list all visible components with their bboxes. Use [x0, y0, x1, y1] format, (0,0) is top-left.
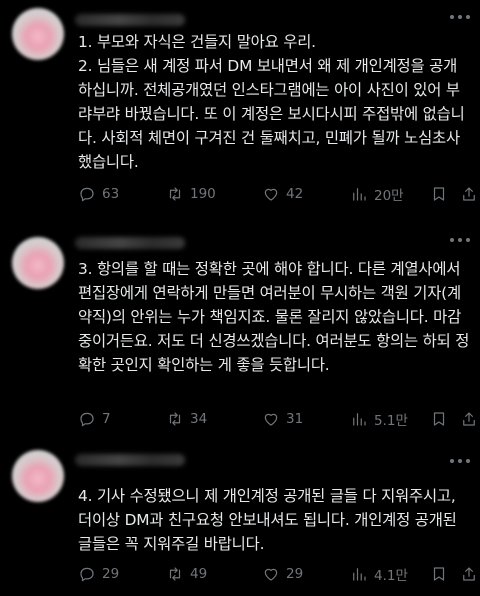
retweet-icon: [169, 567, 181, 581]
view-count: 20만: [374, 188, 404, 204]
tweet[interactable]: 1. 부모와 자식은 건들지 말아요 우리. 2. 님들은 새 계정 파서 DM…: [0, 0, 480, 225]
view-count: 4.1만: [374, 568, 408, 584]
retweet-icon: [169, 187, 181, 201]
tweet[interactable]: 3. 항의를 할 때는 정확한 곳에 해야 합니다. 다른 계열사에서 편집장에…: [0, 225, 480, 440]
heart-icon: [264, 413, 278, 426]
tweet[interactable]: 4. 기사 수정됐으니 제 개인계정 공개된 글들 다 지워주시고, 더이상 D…: [0, 440, 480, 596]
reply-icon: [80, 567, 94, 582]
reply-button[interactable]: 63: [78, 184, 119, 204]
bookmark-button[interactable]: [430, 564, 448, 584]
like-count: 42: [286, 186, 304, 202]
tweet-text: 4. 기사 수정됐으니 제 개인계정 공개된 글들 다 지워주시고, 더이상 D…: [78, 487, 457, 553]
reply-count: 63: [102, 186, 120, 202]
retweet-icon: [169, 412, 181, 426]
views-button[interactable]: 5.1만: [350, 409, 408, 429]
tweet-actions: 63 190 42 20만: [78, 184, 475, 204]
username-blurred[interactable]: [75, 237, 185, 249]
share-button[interactable]: [460, 184, 478, 204]
reply-button[interactable]: 29: [78, 564, 119, 584]
retweet-count: 190: [190, 186, 216, 202]
avatar[interactable]: [12, 450, 64, 502]
view-count: 5.1만: [374, 413, 408, 429]
reply-icon: [80, 187, 94, 202]
share-icon: [463, 567, 475, 581]
share-icon: [463, 187, 475, 201]
username-blurred[interactable]: [75, 14, 185, 26]
reply-button[interactable]: 7: [78, 409, 111, 429]
like-button[interactable]: 29: [262, 564, 303, 584]
retweet-button[interactable]: 190: [166, 184, 216, 204]
share-button[interactable]: [460, 409, 478, 429]
heart-icon: [264, 188, 278, 201]
tweet-actions: 29 49 29 4.1만: [78, 564, 475, 584]
avatar[interactable]: [12, 237, 64, 289]
reply-icon: [80, 412, 94, 427]
views-button[interactable]: 20만: [350, 184, 404, 204]
views-icon: [353, 188, 366, 201]
bookmark-icon: [433, 412, 445, 426]
retweet-button[interactable]: 34: [166, 409, 207, 429]
tweet-actions: 7 34 31 5.1만: [78, 409, 475, 429]
retweet-count: 34: [190, 411, 208, 427]
more-icon[interactable]: [450, 456, 470, 466]
like-button[interactable]: 31: [262, 409, 303, 429]
tweet-text: 1. 부모와 자식은 건들지 말아요 우리. 2. 님들은 새 계정 파서 DM…: [78, 33, 465, 171]
share-icon: [463, 412, 475, 426]
retweet-count: 49: [190, 566, 208, 582]
more-icon[interactable]: [450, 12, 470, 22]
like-button[interactable]: 42: [262, 184, 303, 204]
bookmark-button[interactable]: [430, 184, 448, 204]
like-count: 29: [286, 566, 304, 582]
more-icon[interactable]: [450, 235, 470, 245]
bookmark-icon: [433, 567, 445, 581]
like-count: 31: [286, 411, 304, 427]
retweet-button[interactable]: 49: [166, 564, 207, 584]
reply-count: 7: [102, 411, 111, 427]
share-button[interactable]: [460, 564, 478, 584]
username-blurred[interactable]: [75, 454, 185, 466]
bookmark-button[interactable]: [430, 409, 448, 429]
views-icon: [353, 413, 366, 426]
reply-count: 29: [102, 566, 120, 582]
views-icon: [353, 568, 366, 581]
avatar[interactable]: [12, 8, 64, 60]
bookmark-icon: [433, 187, 445, 201]
views-button[interactable]: 4.1만: [350, 564, 408, 584]
tweet-text: 3. 항의를 할 때는 정확한 곳에 해야 합니다. 다른 계열사에서 편집장에…: [78, 260, 470, 374]
heart-icon: [264, 568, 278, 581]
